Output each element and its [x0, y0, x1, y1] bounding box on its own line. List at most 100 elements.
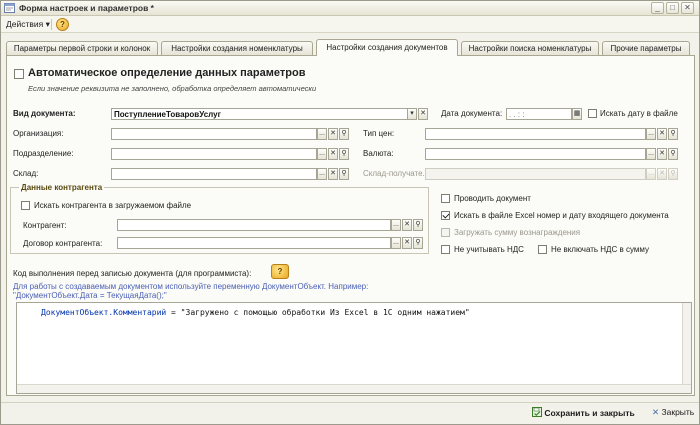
tab-document-create[interactable]: Настройки создания документов — [316, 39, 458, 56]
ellipsis-icon[interactable]: ... — [317, 168, 327, 180]
search-date-checkbox[interactable] — [588, 109, 597, 118]
help-icon[interactable]: ? — [56, 18, 69, 31]
search-excel-checkbox[interactable] — [441, 211, 450, 220]
ellipsis-icon[interactable]: ... — [391, 219, 401, 231]
tab-other-params[interactable]: Прочие параметры — [602, 41, 690, 55]
toolbar: Действия ▾ ? — [1, 16, 699, 33]
contract-field[interactable] — [117, 237, 391, 249]
division-label: Подразделение: — [13, 149, 74, 158]
code-object: ДокументОбъект.Комментарий — [41, 308, 167, 317]
maximize-icon[interactable]: □ — [666, 2, 679, 14]
tab-nomenclature-create[interactable]: Настройки создания номенклатуры — [161, 41, 313, 55]
search-excel-label: Искать в файле Excel номер и дату входящ… — [454, 211, 669, 220]
clear-icon[interactable]: ✕ — [657, 148, 667, 160]
doc-date-field[interactable]: . . : : — [506, 108, 572, 120]
vertical-scrollbar[interactable] — [682, 303, 691, 385]
tab-first-row-params[interactable]: Параметры первой строки и колонок — [6, 41, 158, 55]
auto-detect-hint: Если значение реквизита не заполнено, об… — [28, 84, 317, 93]
org-field[interactable] — [111, 128, 317, 140]
clear-icon[interactable]: ✕ — [402, 237, 412, 249]
warehouse-label: Склад: — [13, 169, 39, 178]
search-contractor-label: Искать контрагента в загружаемом файле — [34, 201, 192, 210]
horizontal-scrollbar[interactable] — [17, 384, 691, 393]
warehouse-recv-field — [425, 168, 646, 180]
doc-date-value: . . : : — [509, 110, 525, 119]
code-editor[interactable]: ДокументОбъект.Комментарий = "Загружено … — [16, 302, 692, 394]
code-section-label: Код выполнения перед записью документа (… — [13, 269, 252, 278]
contractor-group-title: Данные контрагента — [19, 183, 105, 192]
division-field[interactable] — [111, 148, 317, 160]
currency-field[interactable] — [425, 148, 646, 160]
search-icon[interactable]: ⚲ — [339, 148, 349, 160]
counterparty-field[interactable] — [117, 219, 391, 231]
clear-icon[interactable]: ✕ — [402, 219, 412, 231]
warehouse-field[interactable] — [111, 168, 317, 180]
price-type-label: Тип цен: — [363, 129, 395, 138]
ellipsis-icon[interactable]: ... — [317, 128, 327, 140]
code-hint-line2: "ДокументОбъект.Дата = ТекущаяДата();" — [13, 291, 167, 300]
ellipsis-icon[interactable]: ... — [646, 148, 656, 160]
doc-type-value: ПоступлениеТоваровУслуг — [114, 110, 221, 119]
ellipsis-icon: ... — [646, 168, 656, 180]
clear-icon: ✕ — [657, 168, 667, 180]
clear-icon[interactable]: ✕ — [657, 128, 667, 140]
search-icon[interactable]: ⚲ — [339, 168, 349, 180]
close-label: Закрыть — [661, 407, 695, 417]
window-title: Форма настроек и параметров * — [19, 3, 154, 13]
clear-icon[interactable]: ✕ — [328, 128, 338, 140]
calendar-icon[interactable]: ▦ — [572, 108, 582, 120]
ellipsis-icon[interactable]: ... — [646, 128, 656, 140]
load-reward-label: Загружать сумму вознаграждения — [454, 228, 581, 237]
minimize-icon[interactable]: _ — [651, 2, 664, 14]
title-bar: Форма настроек и параметров * _ □ ✕ — [1, 1, 699, 16]
search-icon[interactable]: ⚲ — [668, 128, 678, 140]
search-icon[interactable]: ⚲ — [668, 148, 678, 160]
warehouse-recv-label: Склад-получате... — [363, 169, 430, 178]
search-icon[interactable]: ⚲ — [413, 237, 423, 249]
actions-menu[interactable]: Действия ▾ — [6, 19, 50, 30]
close-window-icon[interactable]: ✕ — [681, 2, 694, 14]
tab-strip: Параметры первой строки и колонок Настро… — [6, 39, 696, 56]
search-icon[interactable]: ⚲ — [339, 128, 349, 140]
no-vat-sum-label: Не включать НДС в сумму — [551, 245, 649, 254]
form-icon — [4, 3, 15, 13]
post-document-checkbox[interactable] — [441, 194, 450, 203]
save-icon — [532, 407, 542, 417]
auto-detect-label: Автоматическое определение данных параме… — [28, 67, 306, 79]
code-rest: = "Загружено с помощью обработки Из Exce… — [166, 308, 470, 317]
code-help-icon[interactable]: ? — [271, 264, 289, 279]
clear-icon[interactable]: ✕ — [328, 168, 338, 180]
code-line: ДокументОбъект.Комментарий = "Загружено … — [41, 308, 470, 317]
tab-nomenclature-search[interactable]: Настройки поиска номенклатуры — [461, 41, 599, 55]
org-label: Организация: — [13, 129, 64, 138]
ellipsis-icon[interactable]: ... — [391, 237, 401, 249]
dropdown-icon[interactable]: ▾ — [407, 108, 417, 120]
search-icon[interactable]: ⚲ — [413, 219, 423, 231]
search-contractor-checkbox[interactable] — [21, 201, 30, 210]
search-date-label: Искать дату в файле — [600, 109, 678, 118]
doc-type-label: Вид документа: — [13, 109, 76, 118]
load-reward-checkbox — [441, 228, 450, 237]
code-hint-line1: Для работы с создаваемым документом испо… — [13, 282, 369, 291]
close-button[interactable]: ✕ Закрыть — [652, 407, 694, 418]
clear-icon[interactable]: ✕ — [418, 108, 428, 120]
toolbar-separator — [51, 19, 52, 30]
doc-date-label: Дата документа: — [441, 109, 503, 118]
chevron-down-icon: ▾ — [45, 19, 50, 29]
post-document-label: Проводить документ — [454, 194, 531, 203]
settings-window: Форма настроек и параметров * _ □ ✕ Дейс… — [0, 0, 700, 425]
no-vat-sum-checkbox[interactable] — [538, 245, 547, 254]
search-icon: ⚲ — [668, 168, 678, 180]
currency-label: Валюта: — [363, 149, 394, 158]
contract-label: Договор контрагента: — [23, 239, 103, 248]
price-type-field[interactable] — [425, 128, 646, 140]
no-vat-label: Не учитывать НДС — [454, 245, 524, 254]
actions-label: Действия — [6, 19, 44, 29]
save-and-close-button[interactable]: Сохранить и закрыть — [532, 407, 635, 418]
auto-detect-checkbox[interactable] — [14, 69, 24, 79]
no-vat-checkbox[interactable] — [441, 245, 450, 254]
save-and-close-label: Сохранить и закрыть — [544, 408, 635, 418]
doc-type-field[interactable]: ПоступлениеТоваровУслуг — [111, 108, 417, 120]
clear-icon[interactable]: ✕ — [328, 148, 338, 160]
ellipsis-icon[interactable]: ... — [317, 148, 327, 160]
